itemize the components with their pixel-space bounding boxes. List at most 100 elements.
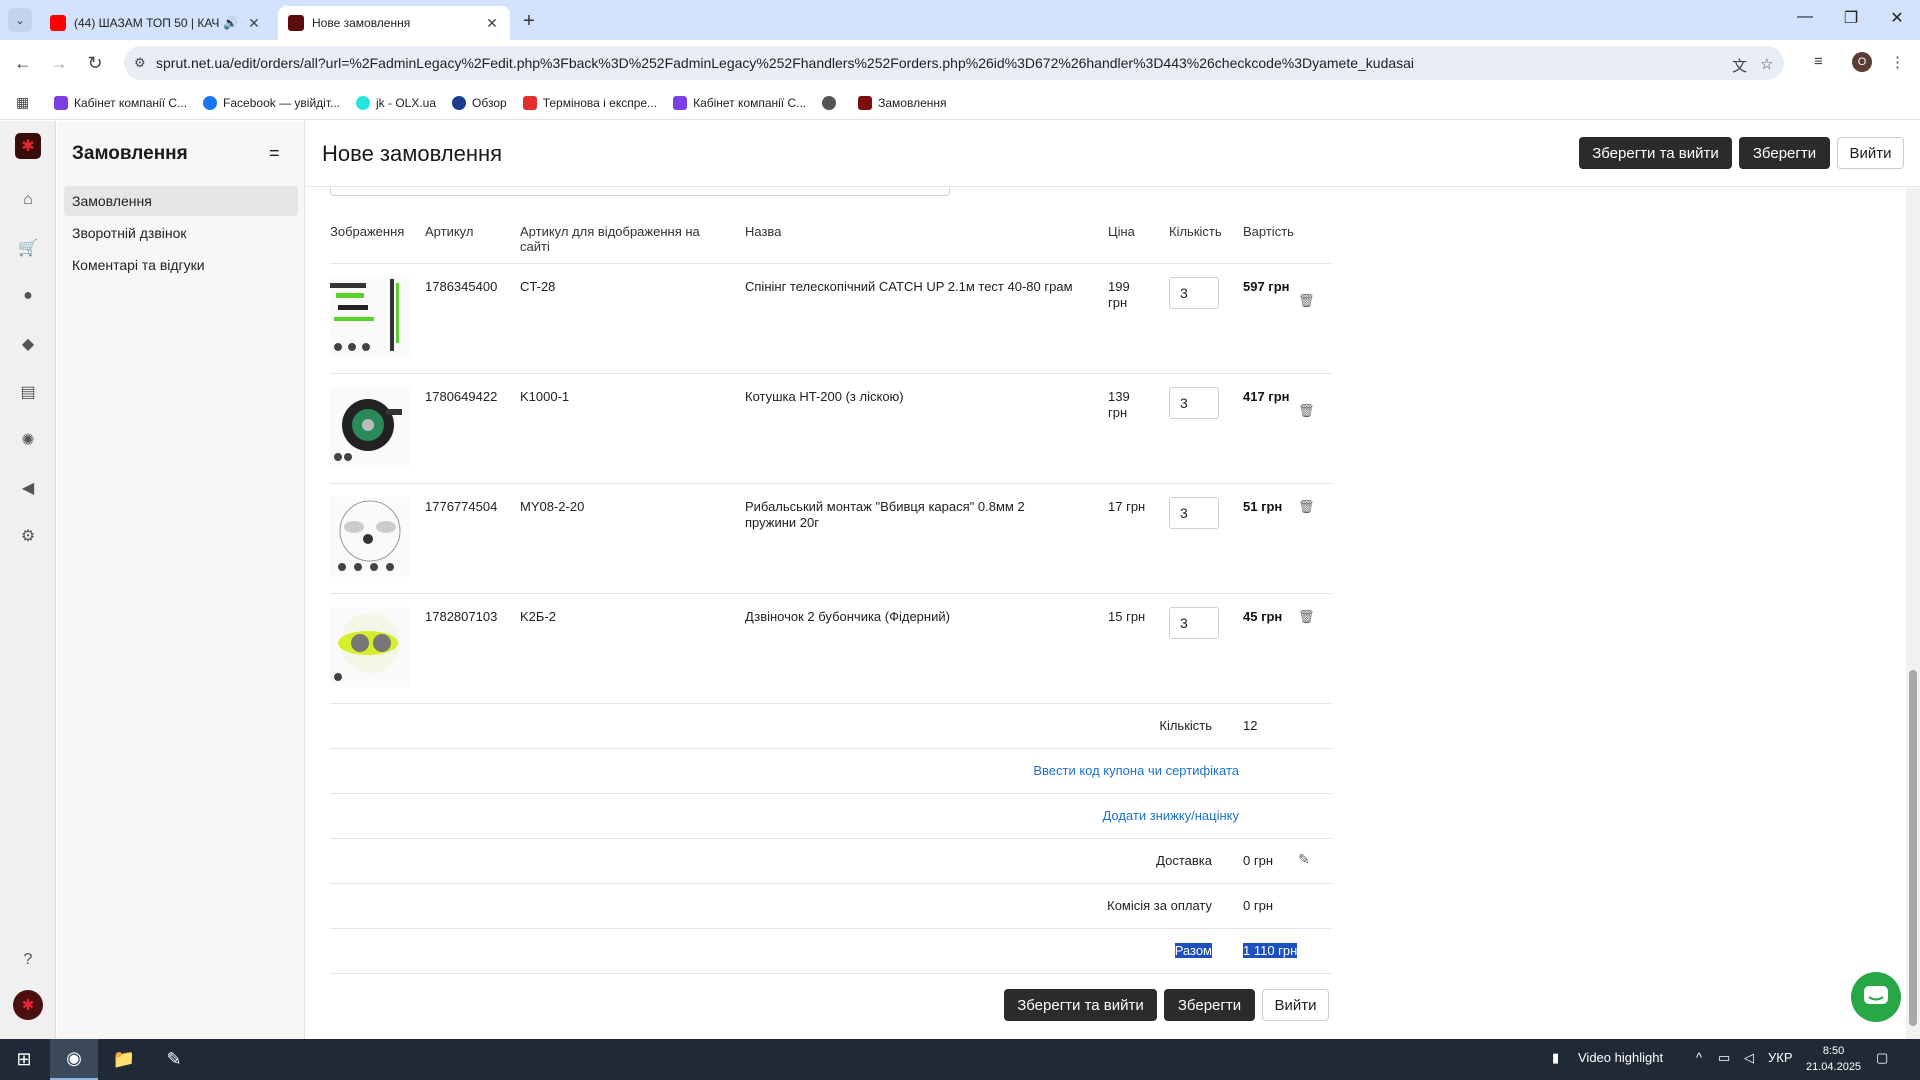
profile-avatar[interactable]: О bbox=[1852, 52, 1872, 72]
close-tab-icon[interactable]: ✕ bbox=[484, 15, 500, 32]
user-icon[interactable]: ● bbox=[17, 285, 39, 307]
tab-youtube[interactable]: (44) ШАЗАМ ТОП 50 | КАЧ 🔊 ✕ bbox=[40, 6, 272, 40]
row-total: 51 грн bbox=[1243, 499, 1283, 514]
gear-icon[interactable]: ⚙ bbox=[17, 525, 39, 547]
row-price: 199 грн bbox=[1108, 279, 1130, 310]
site-info-icon[interactable]: ⚙ bbox=[134, 55, 146, 71]
chrome-taskbar-icon[interactable]: ◉ bbox=[50, 1039, 98, 1080]
column-header-price: Ціна bbox=[1108, 224, 1135, 239]
sidebar-title: Замовлення bbox=[72, 143, 188, 164]
bookmark-item[interactable] bbox=[822, 95, 842, 110]
row-sku: 1782807103 bbox=[425, 609, 498, 624]
delete-row-icon[interactable]: 🗑 bbox=[1298, 499, 1315, 515]
footer-save-and-exit-button[interactable]: Зберегти та вийти bbox=[1004, 989, 1157, 1021]
new-tab-button[interactable]: + bbox=[518, 10, 540, 33]
page-header: Нове замовлення Зберегти та вийти Зберег… bbox=[306, 121, 1920, 187]
volume-icon[interactable]: ◁ bbox=[1744, 1050, 1754, 1066]
scrollbar-thumb[interactable] bbox=[1909, 670, 1917, 1026]
window-close-icon[interactable]: ✕ bbox=[1882, 8, 1912, 28]
tray-chevron-icon[interactable]: ^ bbox=[1696, 1050, 1702, 1065]
divider bbox=[330, 838, 1332, 839]
file-explorer-icon[interactable]: 📁 bbox=[100, 1039, 148, 1080]
divider bbox=[330, 593, 1332, 594]
layout-icon[interactable]: ▤ bbox=[17, 381, 39, 403]
save-button[interactable]: Зберегти bbox=[1739, 137, 1830, 169]
bookmark-item[interactable]: jk - OLX.ua bbox=[356, 95, 436, 110]
notifications-icon[interactable]: ▢ bbox=[1876, 1050, 1888, 1066]
coupon-link[interactable]: Ввести код купона чи сертифіката bbox=[866, 763, 1239, 778]
forward-icon[interactable]: → bbox=[48, 53, 70, 74]
delete-row-icon[interactable]: 🗑 bbox=[1298, 293, 1315, 309]
bookmark-item[interactable]: Кабінет компанії С... bbox=[54, 95, 187, 110]
bookmark-item[interactable]: Facebook — увійдіт... bbox=[203, 95, 340, 110]
product-search-input[interactable] bbox=[330, 188, 950, 196]
column-header-image: Зображення bbox=[330, 224, 405, 239]
video-highlight-label[interactable]: Video highlight bbox=[1578, 1050, 1663, 1065]
tag-icon[interactable]: ◆ bbox=[17, 333, 39, 355]
speaker-icon[interactable]: 🔊 bbox=[223, 16, 238, 30]
language-indicator[interactable]: УКР bbox=[1768, 1050, 1793, 1065]
help-icon[interactable]: ? bbox=[17, 949, 39, 971]
product-image bbox=[330, 387, 410, 467]
back-icon[interactable]: ← bbox=[12, 53, 34, 74]
chat-widget-button[interactable] bbox=[1851, 972, 1901, 1022]
sidebar-item-callback[interactable]: Зворотній дзвінок bbox=[64, 218, 298, 248]
megaphone-icon[interactable]: ◀ bbox=[17, 477, 39, 499]
quantity-input[interactable]: 3 bbox=[1169, 607, 1219, 639]
row-sku: 1780649422 bbox=[425, 389, 498, 404]
cart-icon[interactable]: 🛒 bbox=[17, 237, 39, 259]
quantity-input[interactable]: 3 bbox=[1169, 497, 1219, 529]
page-scrollbar[interactable] bbox=[1906, 188, 1920, 1039]
bookmark-item[interactable]: Термінова і експре... bbox=[522, 95, 657, 110]
logo-icon[interactable]: ✱ bbox=[15, 133, 41, 159]
browser-menu-icon[interactable]: ⋮ bbox=[1890, 53, 1905, 71]
discount-link[interactable]: Додати знижку/націнку bbox=[866, 808, 1239, 823]
home-icon[interactable]: ⌂ bbox=[17, 189, 39, 211]
tab-search-button[interactable]: ⌄ bbox=[8, 8, 32, 32]
save-and-exit-button[interactable]: Зберегти та вийти bbox=[1579, 137, 1732, 169]
bookmark-favicon-icon bbox=[522, 95, 537, 110]
nba-icon[interactable]: ▮ bbox=[1552, 1050, 1559, 1066]
sidebar-item-comments[interactable]: Коментарі та відгуки bbox=[64, 250, 298, 280]
footer-exit-button[interactable]: Вийти bbox=[1262, 989, 1329, 1021]
globe-icon bbox=[822, 95, 837, 110]
footer-save-button[interactable]: Зберегти bbox=[1164, 989, 1255, 1021]
bookmark-star-icon[interactable]: ☆ bbox=[1760, 55, 1773, 73]
sidebar-item-orders[interactable]: Замовлення bbox=[64, 186, 298, 216]
column-header-sku: Артикул bbox=[425, 224, 474, 239]
divider bbox=[330, 883, 1332, 884]
delete-row-icon[interactable]: 🗑 bbox=[1298, 609, 1315, 625]
restore-icon[interactable]: ❐ bbox=[1836, 8, 1866, 28]
grand-total-label: Разом bbox=[1174, 943, 1212, 958]
discount-icon[interactable]: ✺ bbox=[17, 429, 39, 451]
clock[interactable]: 8:50 21.04.2025 bbox=[1806, 1043, 1861, 1075]
translate-icon[interactable]: 文 bbox=[1732, 55, 1747, 76]
bookmark-favicon-icon bbox=[858, 95, 873, 110]
apps-grid-icon[interactable]: ▦ bbox=[16, 94, 34, 111]
exit-button[interactable]: Вийти bbox=[1837, 137, 1904, 169]
media-control-icon[interactable]: ≡ bbox=[1814, 53, 1823, 70]
user-avatar[interactable]: ✱ bbox=[13, 990, 43, 1020]
bookmark-item[interactable]: Кабінет компанії С... bbox=[673, 95, 806, 110]
address-bar[interactable]: ⚙ sprut.net.ua/edit/orders/all?url=%2Fad… bbox=[124, 46, 1784, 80]
reload-icon[interactable]: ↻ bbox=[84, 53, 106, 74]
delete-row-icon[interactable]: 🗑 bbox=[1298, 403, 1315, 419]
summary-quantity-value: 12 bbox=[1243, 718, 1258, 733]
edit-delivery-pencil-icon[interactable]: ✎ bbox=[1298, 851, 1312, 867]
row-site-sku: MY08-2-20 bbox=[520, 499, 585, 514]
quantity-input[interactable]: 3 bbox=[1169, 277, 1219, 309]
bookmarks-bar: ▦ Кабінет компанії С... Facebook — увійд… bbox=[0, 86, 1920, 120]
quantity-input[interactable]: 3 bbox=[1169, 387, 1219, 419]
bookmark-item[interactable]: Обзор bbox=[452, 95, 507, 110]
tab-new-order[interactable]: Нове замовлення ✕ bbox=[278, 6, 510, 40]
minimize-icon[interactable]: — bbox=[1790, 8, 1820, 26]
windows-start-icon[interactable]: ⊞ bbox=[0, 1039, 48, 1080]
bookmark-item[interactable]: Замовлення bbox=[858, 95, 947, 110]
row-site-sku: K1000-1 bbox=[520, 389, 570, 404]
close-tab-icon[interactable]: ✕ bbox=[246, 15, 262, 32]
notes-app-icon[interactable]: ✎ bbox=[150, 1039, 198, 1080]
network-icon[interactable]: ▭ bbox=[1718, 1050, 1730, 1066]
divider bbox=[330, 703, 1332, 704]
sidebar: Замовлення = Замовлення Зворотній дзвіно… bbox=[57, 121, 305, 1039]
collapse-sidebar-icon[interactable]: = bbox=[269, 143, 280, 164]
